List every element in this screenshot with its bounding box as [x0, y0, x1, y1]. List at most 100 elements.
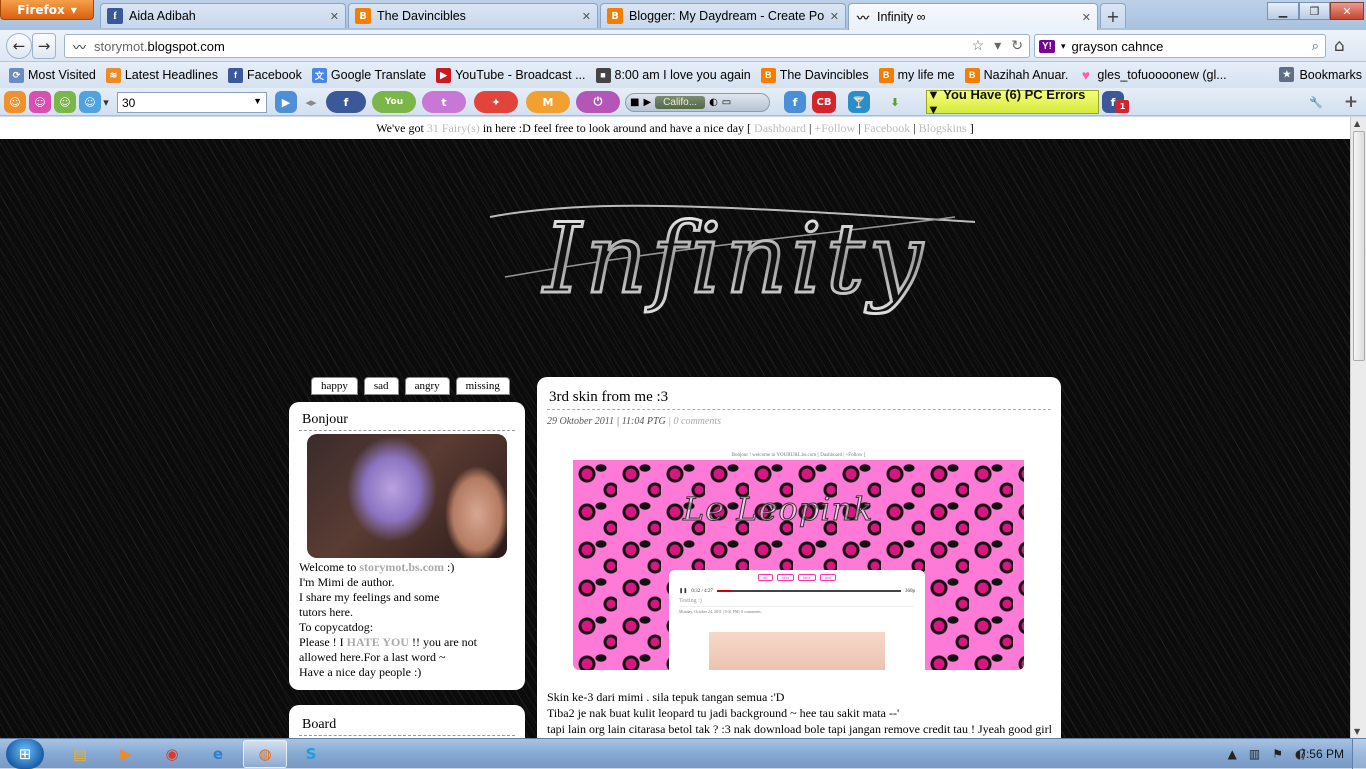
- search-icon[interactable]: ⌕: [1312, 38, 1319, 54]
- facebook-bird-icon[interactable]: f: [784, 91, 806, 113]
- mario-fish-icon[interactable]: ✦: [474, 91, 518, 113]
- mood-tab-angry[interactable]: angry: [404, 377, 450, 395]
- chevron-down-icon: ▼: [253, 96, 262, 106]
- mood-tab-sad[interactable]: sad: [363, 377, 399, 395]
- bookmark-facebook[interactable]: f Facebook: [223, 67, 307, 83]
- show-desktop-button[interactable]: [1352, 739, 1366, 769]
- toolbar-select[interactable]: 30 ▼: [117, 92, 267, 113]
- history-dropdown-icon[interactable]: ▾: [994, 37, 1001, 54]
- blogskins-link[interactable]: Blogskins: [919, 121, 967, 135]
- tab-blogger-create-post[interactable]: B Blogger: My Daydream - Create Post ✕: [600, 3, 846, 28]
- home-icon[interactable]: ⌂: [1334, 36, 1345, 56]
- yahoo-search-engine-icon[interactable]: Y!: [1039, 39, 1055, 53]
- firefox-menu-button[interactable]: Firefox ▾: [0, 0, 94, 20]
- smiley-blue-icon[interactable]: ☺: [79, 91, 101, 113]
- bookmark-label: Latest Headlines: [124, 68, 218, 82]
- post-image-leopink-skin[interactable]: Bonjour ! welcome to YOURURL.bs.com [ Da…: [573, 451, 1024, 670]
- vertical-scrollbar[interactable]: ▲ ▼: [1350, 117, 1366, 738]
- reload-icon[interactable]: ↻: [1011, 37, 1023, 54]
- bookmark-most-visited[interactable]: ⟳ Most Visited: [4, 67, 101, 83]
- media-player-icon[interactable]: ▶: [104, 740, 148, 768]
- search-bar[interactable]: Y! ▾ grayson cahnce ⌕: [1034, 34, 1326, 58]
- image-skin-title: Le Leopink: [683, 490, 874, 529]
- power-fish-icon[interactable]: ⏻: [576, 91, 620, 113]
- bookmarks-toolbar: ⟳ Most Visited ≋ Latest Headlines f Faceboo…: [0, 62, 1366, 88]
- tab-label: The Davincibles: [377, 9, 466, 23]
- dropdown-arrow-icon[interactable]: ▾: [100, 91, 112, 113]
- dashboard-link[interactable]: Dashboard: [754, 121, 806, 135]
- radio-player[interactable]: ■ ▶ Califo... ◐ ▭: [625, 93, 770, 112]
- post-title[interactable]: 3rd skin from me :3: [547, 389, 1051, 410]
- start-button[interactable]: ⊞: [6, 739, 44, 769]
- bookmark-latest-headlines[interactable]: ≋ Latest Headlines: [101, 67, 223, 83]
- facebook-link[interactable]: Facebook: [864, 121, 911, 135]
- cb-icon[interactable]: CB: [812, 91, 836, 113]
- smiley-green-icon[interactable]: ☺: [54, 91, 76, 113]
- close-tab-icon[interactable]: ✕: [1082, 11, 1091, 24]
- facebook-fish-icon[interactable]: f: [326, 91, 366, 113]
- bookmark-label: Most Visited: [28, 68, 96, 82]
- sidebar-line: I'm Mimi de author.: [299, 575, 395, 589]
- forward-button[interactable]: →: [32, 33, 56, 59]
- bookmark-gles[interactable]: ♥ gles_tofuoooonew (gl...: [1073, 67, 1231, 83]
- bookmark-8am[interactable]: ■ 8:00 am I love you again: [591, 67, 756, 83]
- scroll-up-icon[interactable]: ▲: [1354, 119, 1360, 128]
- firefox-menu-label: Firefox: [17, 2, 65, 17]
- firefox-taskbar-icon[interactable]: ◍: [243, 740, 287, 768]
- image-player-bar: ❚❚ 0:32 / 4:27 360p: [679, 587, 915, 595]
- new-tab-button[interactable]: +: [1100, 3, 1126, 28]
- mood-tab-missing[interactable]: missing: [455, 377, 510, 395]
- stop-icon[interactable]: ■: [630, 97, 639, 108]
- scroll-down-icon[interactable]: ▼: [1354, 727, 1360, 736]
- welcome-site-link[interactable]: storymot.bs.com: [359, 560, 444, 574]
- internet-explorer-icon[interactable]: e: [196, 740, 240, 768]
- flag-icon[interactable]: ⚑: [1272, 747, 1283, 761]
- twitter-fish-icon[interactable]: t: [422, 91, 466, 113]
- play-icon[interactable]: ▶: [643, 97, 651, 108]
- image-post-meta: Monday, October 24, 2011 | 9:31 PM | 0 c…: [679, 606, 915, 614]
- pc-errors-button[interactable]: ▼ You Have (6) PC Errors ▼: [926, 87, 1099, 117]
- youtube-fish-icon[interactable]: You: [372, 91, 416, 113]
- tab-davincibles[interactable]: B The Davincibles ✕: [348, 3, 598, 28]
- close-tab-icon[interactable]: ✕: [582, 10, 591, 23]
- close-window-button[interactable]: ✕: [1330, 2, 1364, 20]
- bookmark-nazihah[interactable]: B Nazihah Anuar.: [960, 67, 1074, 83]
- bookmark-google-translate[interactable]: 文 Google Translate: [307, 67, 431, 83]
- add-toolbar-icon[interactable]: +: [1340, 91, 1362, 113]
- clock[interactable]: 7:56 PM: [1299, 747, 1344, 761]
- download-icon[interactable]: ⬇: [884, 91, 906, 113]
- follow-link[interactable]: +Follow: [814, 121, 855, 135]
- bookmark-davincibles[interactable]: B The Davincibles: [756, 67, 874, 83]
- skype-icon[interactable]: S: [289, 740, 333, 768]
- bookmarks-menu[interactable]: ★ Bookmarks: [1279, 67, 1362, 82]
- mood-tab-happy[interactable]: happy: [311, 377, 358, 395]
- tab-infinity[interactable]: 〰 Infinity ∞ ✕: [848, 3, 1098, 30]
- search-input[interactable]: grayson cahnce: [1072, 39, 1164, 54]
- search-engine-dropdown-icon[interactable]: ▾: [1061, 41, 1066, 52]
- explorer-icon[interactable]: ▤: [58, 740, 102, 768]
- network-icon[interactable]: ▥: [1249, 747, 1260, 761]
- play-icon[interactable]: ▶: [275, 91, 297, 113]
- volume-icon[interactable]: ◐: [709, 97, 718, 108]
- menu-icon[interactable]: ▭: [722, 97, 731, 108]
- wrench-icon[interactable]: 🔧: [1305, 91, 1327, 113]
- smiley-pink-icon[interactable]: ☺: [29, 91, 51, 113]
- scrollbar-thumb[interactable]: [1353, 131, 1365, 361]
- smiley-orange-icon[interactable]: ☺: [4, 91, 26, 113]
- comments-link[interactable]: 0 comments: [674, 416, 722, 427]
- chrome-icon[interactable]: ◉: [150, 740, 194, 768]
- gmail-fish-icon[interactable]: M: [526, 91, 570, 113]
- back-button[interactable]: ←: [6, 33, 32, 59]
- bookmark-youtube[interactable]: ▶ YouTube - Broadcast ...: [431, 67, 590, 83]
- bookmark-star-icon[interactable]: ☆: [972, 37, 985, 54]
- mustache-icon: 〰: [73, 39, 87, 55]
- close-tab-icon[interactable]: ✕: [330, 10, 339, 23]
- minimize-button[interactable]: ▁: [1267, 2, 1299, 20]
- tray-expand-icon[interactable]: ▲: [1228, 747, 1237, 761]
- cocktail-icon[interactable]: 🍸: [848, 91, 870, 113]
- maximize-button[interactable]: ❐: [1299, 2, 1330, 20]
- tab-aida-adibah[interactable]: f Aida Adibah ✕: [100, 3, 346, 28]
- bookmark-my-life-me[interactable]: Bmy life me: [874, 67, 960, 83]
- close-tab-icon[interactable]: ✕: [830, 10, 839, 23]
- url-bar[interactable]: 〰 storymot.blogspot.com ☆ ▾ ↻: [64, 34, 1030, 58]
